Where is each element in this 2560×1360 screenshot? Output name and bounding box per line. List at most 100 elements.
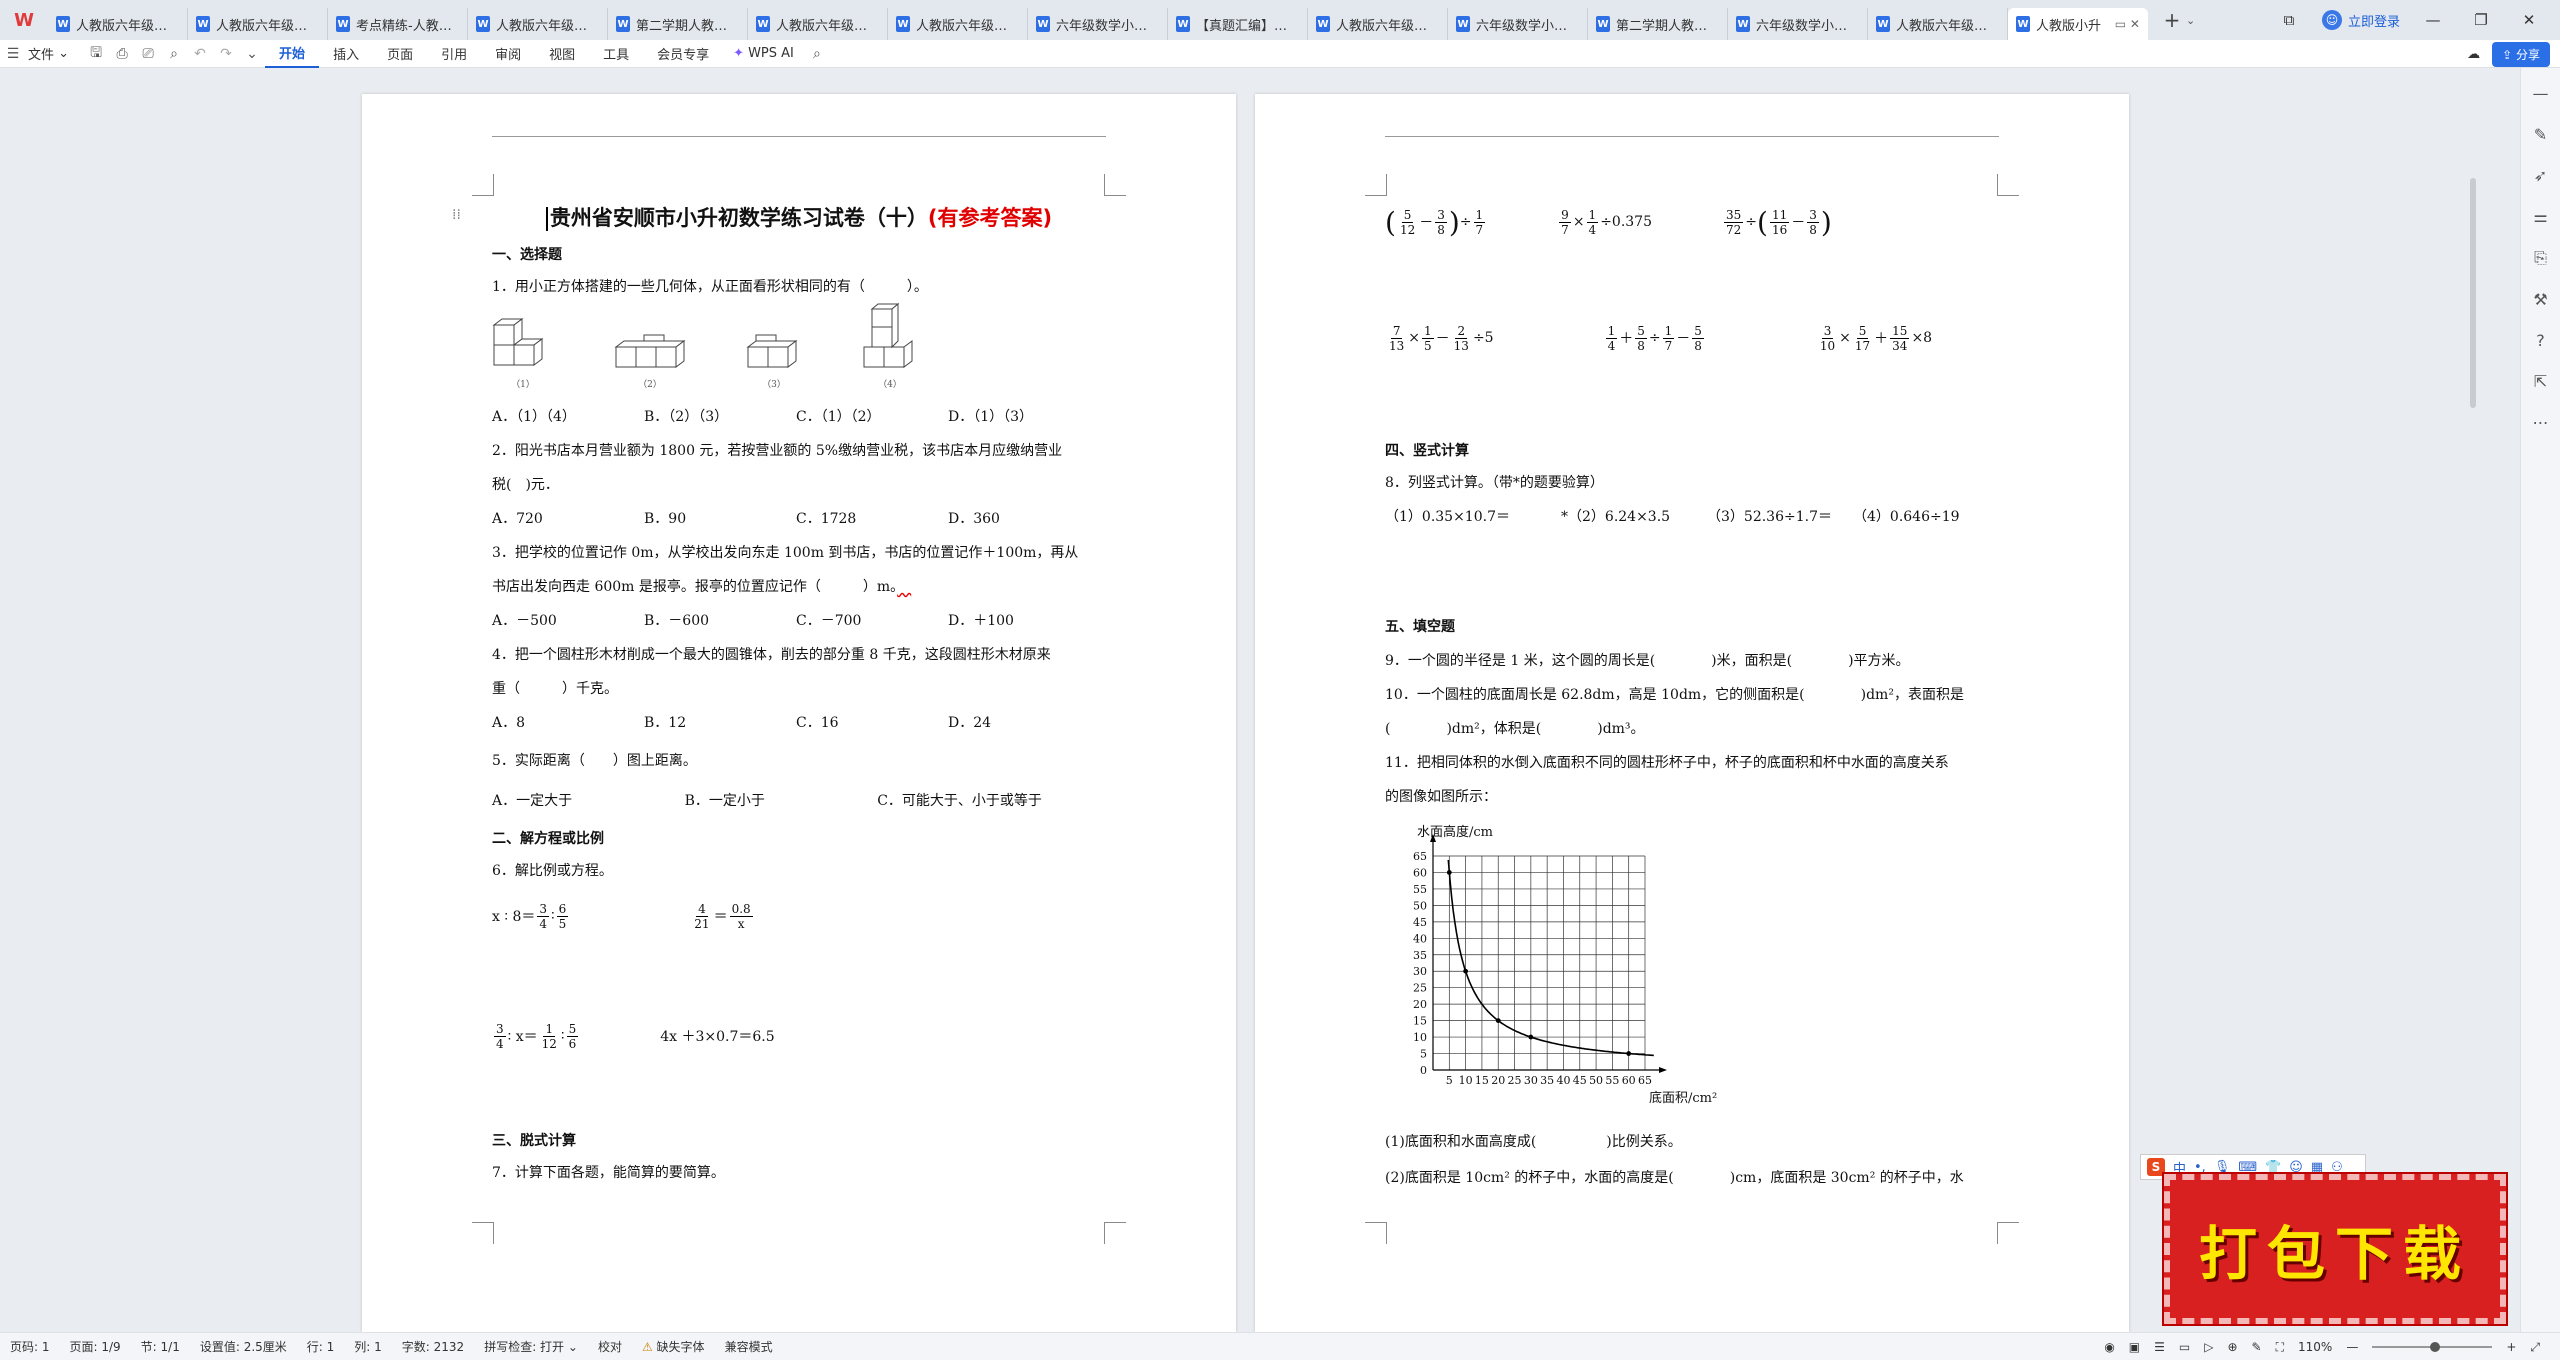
document-tab[interactable]: W 人教版六年级下册 [1868, 8, 2008, 40]
fullscreen-icon[interactable]: ⤢ [2530, 1340, 2540, 1355]
denominator: 21 [694, 916, 710, 931]
add-tab-button[interactable]: + [2158, 8, 2186, 32]
document-tab[interactable]: W 六年级数学小升初 [1728, 8, 1868, 40]
download-promo-banner[interactable]: 打包下载 [2162, 1172, 2508, 1326]
document-tab[interactable]: W 人教版六年级下册 [1308, 8, 1448, 40]
minimize-icon[interactable]: — [2418, 11, 2448, 29]
page-view-icon[interactable]: ▣ [2129, 1340, 2140, 1354]
document-tab[interactable]: W 【真题汇编】六年 [1168, 8, 1308, 40]
skin-icon[interactable]: 👕 [2265, 1160, 2281, 1175]
read-mode-icon[interactable]: ▭ [2179, 1340, 2190, 1354]
tools-icon[interactable]: ⚒ [2533, 290, 2547, 309]
file-menu[interactable]: 文件 ⌄ [26, 40, 83, 68]
fit-page-icon[interactable]: ⛶ [2276, 1340, 2284, 1355]
zoom-out-icon[interactable]: — [2346, 1340, 2358, 1354]
close-tab-icon[interactable]: ▭ ✕ [2111, 17, 2140, 31]
document-tab[interactable]: W 考点精练-人教版六 [328, 8, 468, 40]
y-tick-label: 45 [1413, 916, 1427, 929]
document-page-2[interactable]: ( 5 12 － 38 ) ÷ 17 97 × 14 ÷0.375 35 72 ÷ [1255, 94, 2129, 1332]
file-menu-label: 文件 [28, 48, 55, 63]
microphone-icon[interactable]: 🎙 [2214, 1160, 2231, 1175]
document-tab[interactable]: W 人教版六年级下册 [888, 8, 1028, 40]
document-tab[interactable]: W 人教版六年级（小 [48, 8, 188, 40]
status-section[interactable]: 节: 1/1 [131, 1338, 190, 1355]
translate-icon[interactable]: ⎘ [2534, 248, 2547, 268]
search-icon[interactable]: ⌕ [804, 40, 830, 68]
document-tab[interactable]: W 六年级数学小升初 [1028, 8, 1168, 40]
document-tab[interactable]: W 人教版六年级下册 [468, 8, 608, 40]
tab-references[interactable]: 引用 [427, 40, 481, 68]
hamburger-menu-icon[interactable]: ☰ [0, 40, 26, 68]
more-icon[interactable]: ⋯ [2533, 413, 2549, 432]
window-layout-icon[interactable]: ⧉ [2274, 11, 2304, 29]
status-missing-font[interactable]: ⚠ 缺失字体 [632, 1338, 715, 1355]
punctuation-icon[interactable]: •, [2194, 1160, 2206, 1175]
tab-review[interactable]: 审阅 [481, 40, 535, 68]
login-button[interactable]: ☺ 立即登录 [2321, 10, 2400, 30]
redo-icon[interactable]: ↷ [213, 40, 239, 68]
outline-view-icon[interactable]: ☰ [2154, 1340, 2165, 1354]
play-icon[interactable]: ▷ [2204, 1340, 2213, 1354]
status-col[interactable]: 列: 1 [344, 1338, 392, 1355]
web-view-icon[interactable]: ⊕ [2227, 1340, 2237, 1354]
wps-ai-button[interactable]: ✦ WPS AI [723, 46, 804, 61]
document-page-1[interactable]: ⁞⁞ 贵州省安顺市小升初数学练习试卷（十）(有参考答案) 一、选择题 1．用小正… [362, 94, 1236, 1332]
option-b: B．90 [644, 511, 687, 527]
save-icon[interactable]: 🖫 [83, 40, 109, 68]
status-proof[interactable]: 校对 [588, 1338, 632, 1355]
fraction: 65 [556, 902, 569, 931]
document-workspace[interactable]: ⁞⁞ 贵州省安顺市小升初数学练习试卷（十）(有参考答案) 一、选择题 1．用小正… [0, 68, 2520, 1332]
tab-view[interactable]: 视图 [535, 40, 589, 68]
document-tab[interactable]: W 人教版六年级（小 [188, 8, 328, 40]
status-page[interactable]: 页码: 1 [0, 1338, 60, 1355]
tab-home[interactable]: 开始 [265, 40, 320, 68]
close-window-icon[interactable]: ✕ [2514, 11, 2544, 29]
undo-icon[interactable]: ↶ [187, 40, 213, 68]
write-mode-icon[interactable]: ✎ [2252, 1340, 2262, 1354]
status-pages[interactable]: 页面: 1/9 [60, 1338, 131, 1355]
document-tab[interactable]: W 第二学期人教版小 [1588, 8, 1728, 40]
share-panel-icon[interactable]: ⇱ [2534, 372, 2547, 391]
customize-chevron-icon[interactable]: ⌄ [239, 40, 265, 68]
operator: × [1408, 330, 1421, 346]
toolbox-icon[interactable]: ▦ [2311, 1160, 2323, 1175]
print-preview-icon[interactable]: ⌕ [161, 40, 187, 68]
vertical-scrollbar[interactable] [2470, 178, 2476, 408]
export-pdf-icon[interactable]: ⎙ [109, 40, 135, 68]
document-tab[interactable]: W 人教版六年级下册 [748, 8, 888, 40]
cloud-sync-icon[interactable]: ☁ [2467, 47, 2480, 62]
share-button[interactable]: ⇪ 分享 [2492, 41, 2550, 67]
keyboard-icon[interactable]: ⌨ [2238, 1160, 2257, 1175]
select-arrow-icon[interactable]: ➶ [2534, 166, 2547, 185]
print-icon[interactable]: ⎚ [135, 40, 161, 68]
zoom-level[interactable]: 110% [2298, 1340, 2332, 1354]
tab-insert[interactable]: 插入 [319, 40, 373, 68]
help-icon[interactable]: ? [2536, 331, 2545, 350]
edit-pen-icon[interactable]: ✎ [2534, 125, 2547, 144]
document-tab-active[interactable]: W 人教版小升 ▭ ✕ [2008, 8, 2148, 40]
status-wordcount[interactable]: 字数: 2132 [392, 1338, 474, 1355]
tab-page[interactable]: 页面 [373, 40, 427, 68]
zoom-slider-handle[interactable] [2430, 1342, 2441, 1352]
status-setting[interactable]: 设置值: 2.5厘米 [190, 1338, 297, 1355]
eye-protect-icon[interactable]: ◉ [2104, 1340, 2114, 1354]
ime-more-icon[interactable]: ⚇ [2331, 1160, 2343, 1175]
zoom-slider[interactable] [2372, 1342, 2493, 1352]
drag-handle-icon[interactable]: ⁞⁞ [452, 207, 461, 223]
denominator: 8 [1637, 338, 1645, 353]
tab-member[interactable]: 会员专享 [643, 40, 723, 68]
tab-list-chevron-icon[interactable]: ⌄ [2186, 14, 2195, 27]
status-spellcheck[interactable]: 拼写检查: 打开 ⌄ [474, 1338, 588, 1355]
tab-label: 第二学期人教版小 [636, 18, 739, 34]
settings-sliders-icon[interactable]: ⚌ [2533, 207, 2547, 226]
status-row[interactable]: 行: 1 [297, 1338, 345, 1355]
wps-logo-icon[interactable]: W [0, 0, 48, 40]
zoom-in-icon[interactable]: + [2506, 1340, 2516, 1354]
document-tab[interactable]: W 第二学期人教版小 [608, 8, 748, 40]
status-compat[interactable]: 兼容模式 [715, 1338, 783, 1355]
collapse-icon[interactable]: — [2533, 84, 2549, 103]
emoji-icon[interactable]: ☺ [2289, 1160, 2303, 1175]
restore-icon[interactable]: ❐ [2466, 11, 2496, 29]
tab-tools[interactable]: 工具 [589, 40, 643, 68]
document-tab[interactable]: W 六年级数学小升初 [1448, 8, 1588, 40]
